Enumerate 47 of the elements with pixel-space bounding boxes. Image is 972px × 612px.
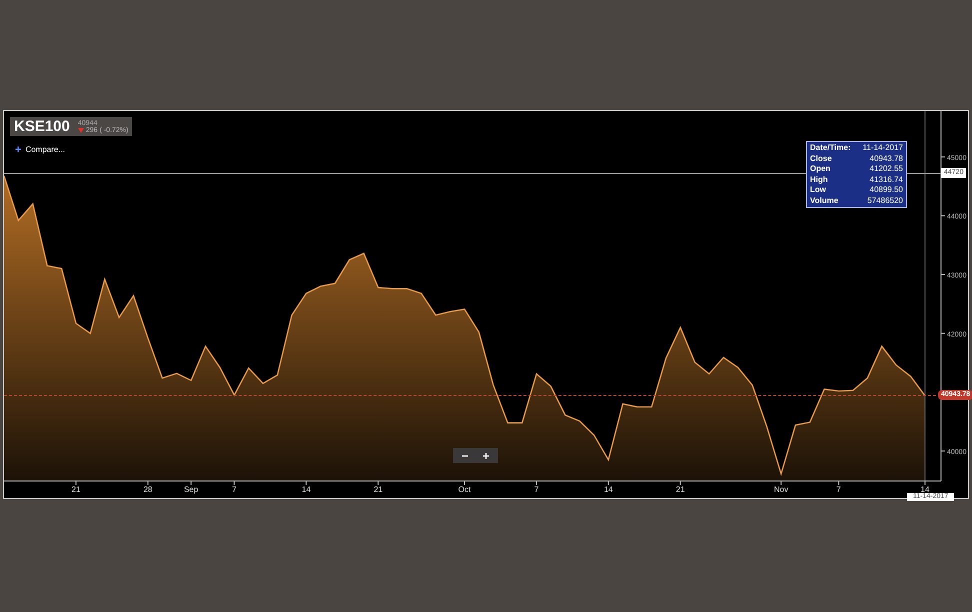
- x-axis-label: 7: [836, 485, 841, 494]
- zoom-button[interactable]: −: [456, 449, 474, 462]
- tick-mark: [940, 215, 946, 216]
- tick-mark: [536, 480, 537, 486]
- compare-button[interactable]: + Compare...: [15, 144, 66, 156]
- tick-mark: [608, 480, 609, 486]
- tooltip-value: 11-14-2017: [862, 143, 903, 154]
- tick-mark: [680, 480, 681, 486]
- tick-mark: [147, 480, 148, 486]
- x-axis-label: 14: [920, 485, 930, 494]
- tick-mark: [234, 480, 235, 486]
- tooltip-value: 40899.50: [870, 185, 903, 196]
- tooltip-value: 41202.55: [870, 164, 903, 174]
- x-axis-label: 28: [143, 485, 152, 494]
- tick-mark: [838, 480, 840, 486]
- tick-mark: [924, 480, 926, 486]
- x-axis-label: 21: [72, 485, 80, 494]
- tick-mark: [75, 480, 76, 486]
- tick-mark: [190, 480, 192, 486]
- tick-mark: [780, 480, 782, 486]
- x-axis-label: Nov: [774, 485, 788, 494]
- tick-mark: [464, 480, 465, 486]
- tick-mark: [940, 274, 946, 276]
- x-axis-label: 21: [676, 485, 685, 494]
- tooltip-label: Close: [810, 154, 832, 164]
- tooltip-label: Volume: [810, 196, 838, 206]
- tick-mark: [378, 480, 379, 486]
- x-axis-label: Sep: [184, 485, 198, 494]
- x-axis-label: 7: [232, 485, 236, 494]
- tick-mark: [306, 480, 307, 486]
- tooltip-value: 41316.74: [870, 174, 903, 185]
- tooltip-label: Open: [810, 164, 830, 174]
- x-axis-label: 14: [302, 485, 311, 494]
- x-axis-label: 7: [534, 485, 539, 494]
- tick-mark: [940, 156, 946, 158]
- tooltip-value: 57486520: [867, 196, 903, 206]
- tooltip-value: 40943.78: [870, 154, 903, 164]
- tooltip-label: Low: [810, 185, 826, 196]
- tick-mark: [940, 450, 946, 452]
- tooltip-label: High: [810, 174, 828, 185]
- symbol-name: KSE100: [14, 119, 70, 134]
- zoom-button[interactable]: +: [477, 449, 495, 462]
- tooltip-label: Date/Time:: [810, 143, 851, 154]
- x-axis-label: 14: [604, 485, 613, 494]
- tick-mark: [940, 332, 946, 334]
- x-axis-label: 21: [374, 485, 383, 494]
- x-axis-label: Oct: [458, 485, 471, 494]
